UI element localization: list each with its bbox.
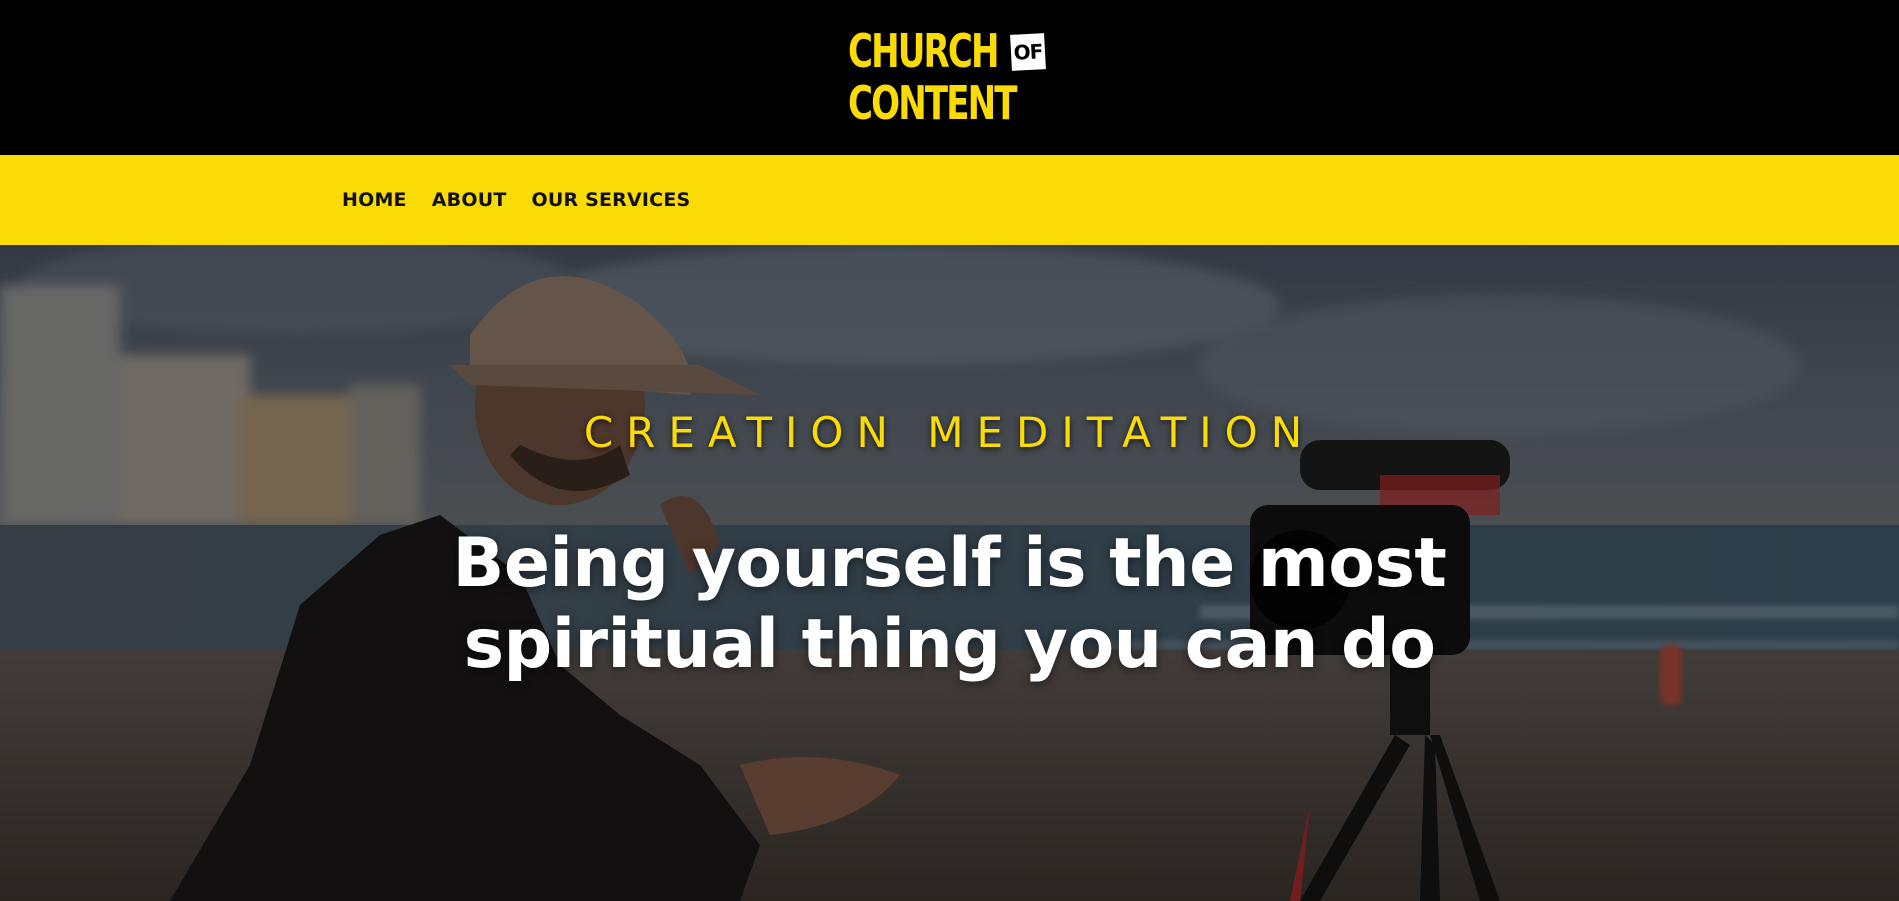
logo-text-content: CONTENT xyxy=(848,76,1017,130)
nav-list: HOME ABOUT OUR SERVICES xyxy=(342,155,690,245)
hero-eyebrow: CREATION MEDITATION xyxy=(583,408,1316,457)
nav-item-our-services[interactable]: OUR SERVICES xyxy=(531,189,690,211)
nav-item-home[interactable]: HOME xyxy=(342,189,407,211)
site-logo[interactable]: CHURCH OF CONTENT xyxy=(848,26,1048,134)
nav-item-about[interactable]: ABOUT xyxy=(432,189,507,211)
hero-section: CREATION MEDITATION Being yourself is th… xyxy=(0,245,1899,901)
logo-text-of: OF xyxy=(1010,33,1046,71)
hero-headline: Being yourself is the most spiritual thi… xyxy=(452,524,1447,684)
site-header: CHURCH OF CONTENT xyxy=(0,0,1899,155)
logo-text-church: CHURCH xyxy=(848,24,1000,78)
main-nav: HOME ABOUT OUR SERVICES xyxy=(0,155,1899,245)
